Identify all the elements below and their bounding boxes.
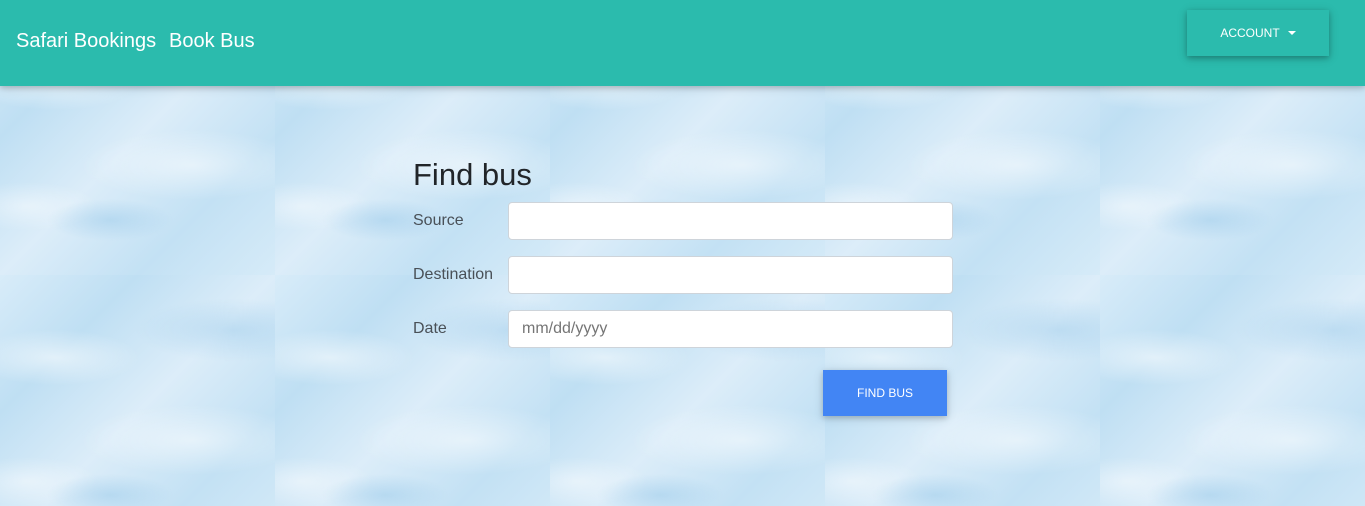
source-input[interactable] (508, 202, 953, 240)
find-bus-button[interactable]: FIND BUS (823, 370, 947, 416)
caret-down-icon (1287, 31, 1296, 35)
account-label: ACCOUNT (1220, 26, 1280, 40)
account-dropdown-button[interactable]: ACCOUNT (1187, 10, 1329, 56)
source-label: Source (413, 212, 464, 229)
form-title: Find bus (413, 157, 532, 192)
top-navbar: Safari Bookings Book Bus ACCOUNT (0, 0, 1365, 86)
date-label: Date (413, 320, 447, 337)
destination-label: Destination (413, 266, 494, 283)
date-input[interactable] (508, 310, 953, 348)
destination-input[interactable] (508, 256, 953, 294)
brand-link[interactable]: Safari Bookings (16, 29, 156, 53)
nav-link-book-bus[interactable]: Book Bus (169, 29, 255, 53)
